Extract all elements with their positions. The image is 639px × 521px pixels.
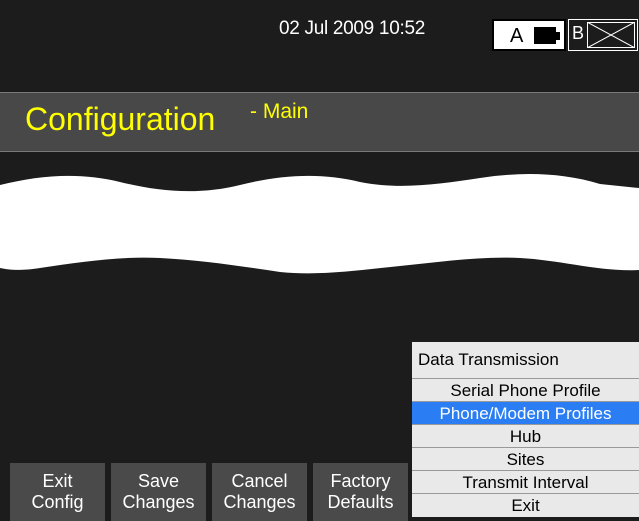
battery-b-label: B xyxy=(572,23,585,43)
softkey-line1: Factory xyxy=(330,471,391,491)
battery-a-label: A xyxy=(510,25,524,47)
factory-defaults-button[interactable]: Factory Defaults xyxy=(313,463,408,521)
save-changes-button[interactable]: Save Changes xyxy=(111,463,206,521)
menu-item-phone-modem-profiles[interactable]: Phone/Modem Profiles xyxy=(412,402,639,425)
battery-b-indicator: B xyxy=(568,19,638,51)
menu-item-transmit-interval[interactable]: Transmit Interval xyxy=(412,471,639,494)
softkey-line2: Changes xyxy=(223,492,296,512)
menu-item-hub[interactable]: Hub xyxy=(412,425,639,448)
battery-a-icon xyxy=(534,27,556,44)
menu-item-exit[interactable]: Exit xyxy=(412,494,639,517)
battery-a-tip xyxy=(556,32,560,40)
menu-item-sites[interactable]: Sites xyxy=(412,448,639,471)
exit-config-button[interactable]: Exit Config xyxy=(10,463,105,521)
datetime-display: 02 Jul 2009 10:52 xyxy=(279,18,425,39)
cancel-changes-button[interactable]: Cancel Changes xyxy=(212,463,307,521)
softkey-line2: Defaults xyxy=(327,492,394,512)
page-title: Configuration xyxy=(25,101,216,137)
softkey-line1: Cancel xyxy=(231,471,288,491)
softkey-line1: Save xyxy=(137,471,180,491)
data-transmission-menu: Data Transmission Serial Phone Profile P… xyxy=(412,342,639,517)
menu-item-serial-phone-profile[interactable]: Serial Phone Profile xyxy=(412,379,639,402)
battery-a-indicator: A xyxy=(492,19,566,51)
title-bar: Configuration - Main xyxy=(0,92,639,152)
menu-header: Data Transmission xyxy=(412,342,639,379)
battery-b-missing-icon xyxy=(587,22,635,48)
softkey-line1: Exit xyxy=(42,471,73,491)
page-subtitle: - Main xyxy=(250,100,309,123)
torn-edge-graphic xyxy=(0,174,639,274)
softkey-line2: Changes xyxy=(122,492,195,512)
softkey-line2: Config xyxy=(31,492,84,512)
